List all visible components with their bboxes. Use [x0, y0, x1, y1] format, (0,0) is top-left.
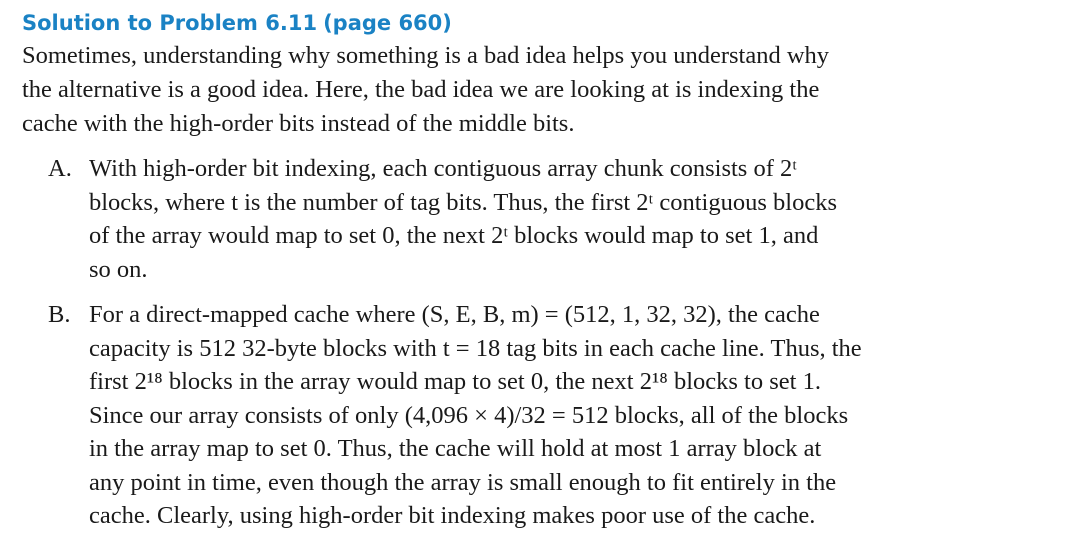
- intro-line: cache with the high-order bits instead o…: [22, 110, 575, 137]
- list-item-a: A. With high-order bit indexing, each co…: [48, 152, 1052, 286]
- list-item-line: capacity is 512 32-byte blocks with t = …: [89, 334, 862, 362]
- intro-line: the alternative is a good idea. Here, th…: [22, 76, 820, 103]
- list-item-line: Since our array consists of only (4,096 …: [89, 401, 849, 429]
- intro-paragraph: Sometimes, understanding why something i…: [22, 39, 1052, 141]
- list-item-line: With high-order bit indexing, each conti…: [89, 155, 797, 182]
- heading-title: Solution to Problem 6.11: [22, 11, 318, 35]
- list-item-line: blocks, where t is the number of tag bit…: [89, 188, 837, 216]
- list-item-b: B. For a direct-mapped cache where (S, E…: [48, 298, 1052, 533]
- section-heading: Solution to Problem 6.11 (page 660): [22, 8, 1052, 38]
- list-item-line: of the array would map to set 0, the nex…: [89, 222, 819, 249]
- heading-page-reference: (page 660): [323, 11, 452, 35]
- list-item-line: in the array map to set 0. Thus, the cac…: [89, 435, 822, 462]
- document-page: Solution to Problem 6.11 (page 660) Somet…: [22, 0, 1052, 533]
- list-item-line: first 2¹⁸ blocks in the array would map …: [89, 368, 821, 395]
- list-item-letter: A.: [48, 155, 72, 182]
- list-item-letter: B.: [48, 301, 71, 328]
- intro-line: Sometimes, understanding why something i…: [22, 42, 830, 69]
- list-item-line: any point in time, even though the array…: [89, 468, 837, 496]
- list-item-line: cache. Clearly, using high-order bit ind…: [89, 502, 816, 529]
- list-item-line: For a direct-mapped cache where (S, E, B…: [89, 301, 820, 328]
- list-item-line: so on.: [89, 255, 148, 283]
